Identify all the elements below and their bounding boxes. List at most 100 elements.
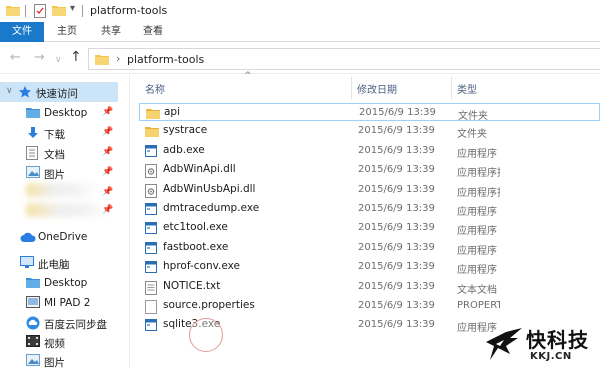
file-row[interactable]: hprof-conv.exe 2015/6/9 13:39 应用程序 [139, 258, 600, 276]
nav-label: Desktop [44, 107, 88, 119]
file-name: adb.exe [163, 143, 205, 156]
file-date: 2015/6/9 13:39 [358, 241, 435, 253]
folder-icon [95, 53, 109, 68]
file-date: 2015/6/9 13:39 [358, 164, 435, 176]
nav-label: 视频 [44, 338, 65, 350]
file-row[interactable]: systrace 2015/6/9 13:39 文件夹 [139, 122, 600, 140]
tab-file[interactable]: 文件 [0, 22, 44, 42]
chevron-right-icon[interactable]: › [116, 52, 120, 65]
up-arrow-icon[interactable]: ↑ [70, 50, 82, 64]
file-name: dmtracedump.exe [163, 202, 260, 214]
pin-icon[interactable]: 📌 [102, 205, 113, 215]
nav-label: 快速访问 [36, 88, 78, 100]
properties-file-icon [145, 300, 157, 317]
new-folder-icon[interactable] [52, 4, 66, 19]
file-date: 2015/6/9 13:39 [358, 261, 435, 273]
address-path[interactable]: platform-tools [127, 53, 204, 66]
file-row[interactable]: etc1tool.exe 2015/6/9 13:39 应用程序 [139, 219, 600, 237]
nav-this-pc[interactable]: 此电脑 [0, 253, 118, 273]
file-row[interactable]: NOTICE.txt 2015/6/9 13:39 文本文档 [139, 278, 600, 296]
file-name: hprof-conv.exe [163, 260, 240, 273]
forward-arrow-icon[interactable]: → [34, 51, 45, 65]
nav-documents[interactable]: 文档 📌 [0, 143, 118, 163]
tab-share[interactable]: 共享 [96, 22, 126, 42]
back-arrow-icon[interactable]: ← [10, 51, 21, 65]
file-type: 文件夹 [457, 129, 487, 141]
executable-icon [145, 144, 157, 160]
column-divider[interactable] [351, 77, 352, 99]
nav-label: 此电脑 [38, 259, 70, 271]
customize-toolbar-icon[interactable]: ▾ [70, 3, 75, 14]
nav-label: 下载 [44, 129, 65, 141]
pictures-icon [26, 354, 40, 368]
ribbon-tabs: 文件 主页 共享 查看 [0, 22, 600, 42]
column-header-date[interactable]: 修改日期 [357, 81, 397, 96]
videos-icon [26, 335, 40, 350]
file-date: 2015/6/9 13:39 [358, 319, 435, 331]
separator [25, 5, 26, 17]
file-row[interactable]: AdbWinUsbApi.dll 2015/6/9 13:39 应用程序扩 [139, 181, 600, 199]
nav-pictures[interactable]: 图片 📌 [0, 163, 118, 183]
file-date: 2015/6/9 13:39 [359, 107, 436, 118]
documents-icon [26, 146, 38, 163]
file-row[interactable]: AdbWinApi.dll 2015/6/9 13:39 应用程序扩 [139, 161, 600, 179]
properties-icon[interactable] [34, 4, 46, 21]
watermark: 快科技 KKJ.CN [484, 322, 596, 366]
file-row[interactable]: fastboot.exe 2015/6/9 13:39 应用程序 [139, 239, 600, 257]
tab-view[interactable]: 查看 [138, 22, 168, 42]
nav-label: 百度云同步盘 [44, 319, 107, 331]
executable-icon [145, 261, 157, 276]
column-divider[interactable] [451, 77, 452, 99]
file-type: 文本文档 [457, 284, 497, 296]
blurred-item [26, 203, 110, 217]
text-file-icon [145, 280, 157, 298]
executable-icon [145, 319, 157, 334]
pin-icon[interactable]: 📌 [102, 187, 113, 197]
baidu-cloud-icon [26, 316, 40, 333]
recent-locations-icon[interactable]: ∨ [55, 53, 62, 67]
file-type: 应用程序 [457, 207, 497, 218]
file-date: 2015/6/9 13:39 [358, 222, 435, 234]
chevron-down-icon[interactable]: ∨ [6, 86, 13, 96]
file-date: 2015/6/9 13:39 [358, 280, 435, 292]
executable-icon [145, 203, 157, 218]
watermark-url: KKJ.CN [530, 351, 572, 362]
folder-icon [146, 107, 160, 122]
nav-onedrive[interactable]: OneDrive [0, 227, 118, 247]
file-date: 2015/6/9 13:39 [358, 144, 435, 156]
click-indicator [189, 318, 223, 352]
address-bar[interactable]: › platform-tools [88, 48, 600, 70]
pin-icon[interactable]: 📌 [102, 127, 113, 137]
file-date: 2015/6/9 13:39 [358, 183, 435, 195]
pin-icon[interactable]: 📌 [102, 147, 113, 157]
desktop-folder-icon [26, 106, 40, 121]
file-row[interactable]: api 2015/6/9 13:39 文件夹 [139, 103, 600, 122]
nav-label: 图片 [44, 357, 65, 368]
column-header-name[interactable]: 名称 [145, 81, 165, 96]
file-name: etc1tool.exe [163, 221, 228, 234]
nav-mi-pad[interactable]: MI PAD 2 [0, 293, 118, 313]
nav-quick-access[interactable]: ∨ 快速访问 [0, 82, 118, 102]
dll-icon [145, 183, 157, 201]
executable-icon [145, 241, 157, 257]
navigation-pane-scrollbar[interactable] [118, 75, 130, 368]
column-header-type[interactable]: 类型 [457, 81, 477, 96]
nav-desktop[interactable]: Desktop 📌 [0, 103, 118, 123]
computer-icon [20, 256, 34, 272]
file-date: 2015/6/9 13:39 [358, 203, 435, 214]
file-row[interactable]: adb.exe 2015/6/9 13:39 应用程序 [139, 142, 600, 160]
nav-baidu-cloud[interactable]: 百度云同步盘 [0, 313, 118, 333]
pin-icon[interactable]: 📌 [102, 107, 113, 117]
nav-pc-desktop[interactable]: Desktop [0, 273, 118, 293]
nav-pc-pictures[interactable]: 图片 [0, 351, 118, 368]
tab-home[interactable]: 主页 [52, 22, 82, 42]
separator [82, 5, 83, 17]
file-row[interactable]: source.properties 2015/6/9 13:39 PROPERTIE… [139, 297, 600, 315]
pin-icon[interactable]: 📌 [102, 167, 113, 177]
nav-videos[interactable]: 视频 [0, 332, 118, 352]
file-row[interactable]: dmtracedump.exe 2015/6/9 13:39 应用程序 [139, 200, 600, 218]
file-type: PROPERTIES [457, 300, 500, 311]
file-type: 应用程序 [457, 148, 497, 160]
nav-downloads[interactable]: 下载 📌 [0, 123, 118, 143]
file-type: 应用程序扩 [457, 187, 500, 199]
